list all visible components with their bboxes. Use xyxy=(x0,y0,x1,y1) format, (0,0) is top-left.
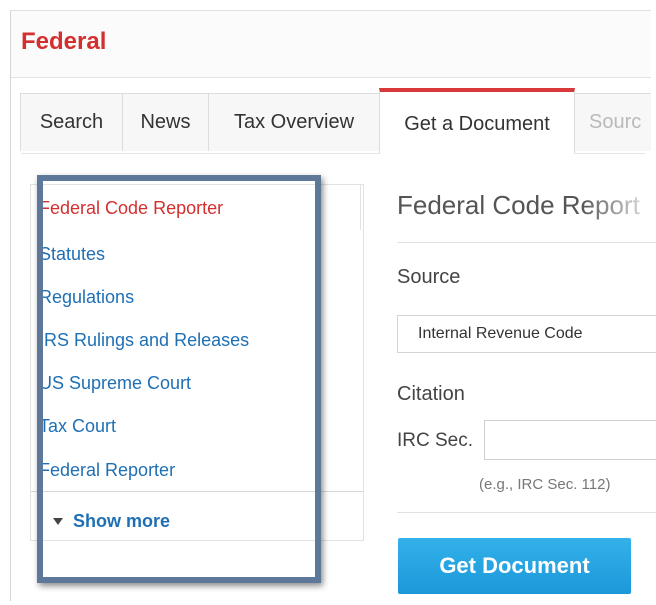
nav-item-us-supreme-court[interactable]: US Supreme Court xyxy=(39,373,191,394)
irc-sec-input[interactable] xyxy=(484,420,656,460)
source-select[interactable]: Internal Revenue Code xyxy=(397,315,656,353)
tab-news[interactable]: News xyxy=(122,93,209,151)
tab-search[interactable]: Search xyxy=(20,93,123,151)
irc-sec-label: IRC Sec. xyxy=(397,430,474,451)
panel-title: Federal xyxy=(21,28,107,55)
nav-item-irs-rulings[interactable]: IRS Rulings and Releases xyxy=(39,330,249,351)
nav-item-federal-reporter[interactable]: Federal Reporter xyxy=(39,460,175,481)
tab-label: News xyxy=(140,111,191,133)
tab-label: Sourc xyxy=(589,111,642,133)
document-type-nav: Federal Code Reporter Statutes Regulatio… xyxy=(30,184,364,541)
nav-divider xyxy=(31,491,363,492)
nav-item-regulations[interactable]: Regulations xyxy=(39,287,134,308)
content-area: Federal Code Reporter Statutes Regulatio… xyxy=(21,153,656,595)
show-more-link[interactable]: Show more xyxy=(53,511,170,532)
source-label: Source xyxy=(397,266,461,288)
nav-item-statutes[interactable]: Statutes xyxy=(39,244,105,265)
tab-label: Tax Overview xyxy=(233,111,355,133)
panel-header: Federal xyxy=(11,11,651,78)
tab-label: Search xyxy=(39,111,104,133)
title-divider xyxy=(397,242,656,243)
nav-item-federal-code-reporter[interactable]: Federal Code Reporter xyxy=(39,198,223,219)
irc-hint: (e.g., IRC Sec. 112) xyxy=(479,476,611,493)
form-divider xyxy=(397,512,656,513)
tab-get-a-document[interactable]: Get a Document xyxy=(379,88,575,154)
get-document-button[interactable]: Get Document xyxy=(398,538,631,594)
show-more-label: Show more xyxy=(73,511,171,531)
federal-panel: Federal Search News Tax Overview Get a D… xyxy=(10,10,656,601)
tab-bar: Search News Tax Overview Get a Document … xyxy=(11,88,651,154)
source-value: Internal Revenue Code xyxy=(418,325,583,342)
caret-down-icon xyxy=(53,518,63,525)
citation-label: Citation xyxy=(397,383,465,405)
tab-tax-overview[interactable]: Tax Overview xyxy=(208,93,380,151)
tab-label: Get a Document xyxy=(404,112,550,135)
nav-item-tax-court[interactable]: Tax Court xyxy=(39,416,116,437)
title-fade xyxy=(581,184,656,224)
tab-sources[interactable]: Sourc xyxy=(574,93,651,151)
